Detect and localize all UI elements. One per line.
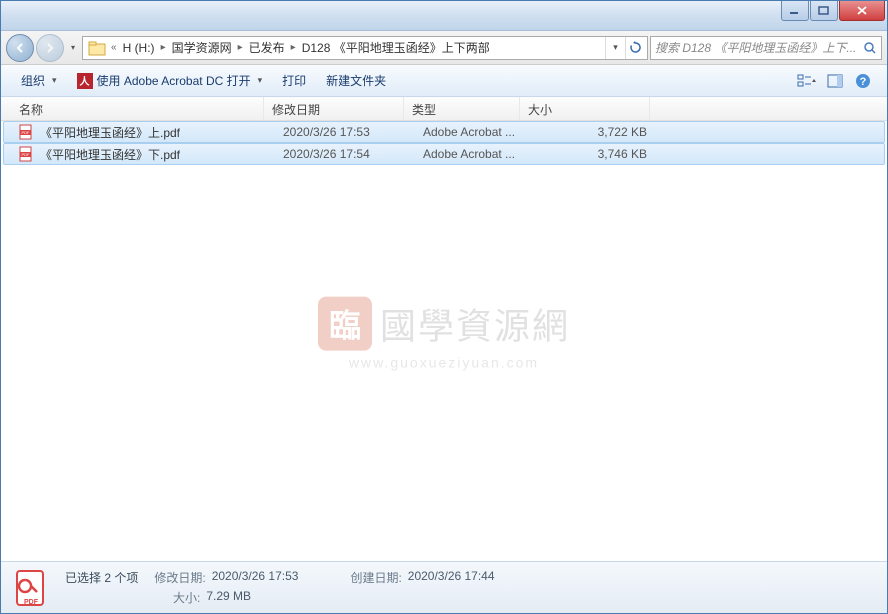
folder-icon (88, 39, 106, 57)
column-size[interactable]: 大小 (520, 97, 650, 120)
column-date[interactable]: 修改日期 (264, 97, 404, 120)
history-dropdown[interactable]: ▾ (66, 36, 80, 60)
acrobat-icon: 人 (77, 73, 93, 89)
status-size-value: 7.29 MB (206, 589, 251, 606)
new-folder-button[interactable]: 新建文件夹 (316, 68, 396, 93)
open-with-label: 使用 Adobe Acrobat DC 打开 (97, 72, 251, 89)
breadcrumb-item[interactable]: H (H:) (119, 41, 159, 55)
file-type: Adobe Acrobat ... (423, 125, 539, 139)
file-date: 2020/3/26 17:53 (283, 125, 423, 139)
address-bar[interactable]: « H (H:) ▸ 国学资源网 ▸ 已发布 ▸ D128 《平阳地理玉函经》上… (82, 36, 648, 60)
maximize-button[interactable] (810, 1, 838, 21)
help-button[interactable]: ? (851, 69, 875, 93)
file-date: 2020/3/26 17:54 (283, 147, 423, 161)
breadcrumb-item[interactable]: D128 《平阳地理玉函经》上下两部 (298, 39, 494, 56)
search-icon (863, 41, 877, 55)
file-row[interactable]: PDF 《平阳地理玉函经》下.pdf 2020/3/26 17:54 Adobe… (3, 143, 885, 165)
preview-pane-button[interactable] (823, 69, 847, 93)
svg-text:PDF: PDF (22, 152, 31, 157)
minimize-button[interactable] (781, 1, 809, 21)
column-type[interactable]: 类型 (404, 97, 520, 120)
close-button[interactable] (839, 1, 885, 21)
address-dropdown[interactable]: ▾ (605, 37, 625, 59)
back-button[interactable] (6, 34, 34, 62)
breadcrumb-root[interactable]: « (109, 42, 119, 53)
status-info: 已选择 2 个项 修改日期: 2020/3/26 17:53 创建日期: 202… (65, 569, 495, 606)
file-size: 3,722 KB (539, 125, 659, 139)
breadcrumb-separator[interactable]: ▸ (236, 42, 245, 53)
file-list: PDF 《平阳地理玉函经》上.pdf 2020/3/26 17:53 Adobe… (1, 121, 887, 561)
watermark-url: www.guoxueziyuan.com (318, 355, 570, 371)
status-bar: PDF 已选择 2 个项 修改日期: 2020/3/26 17:53 创建日期:… (1, 561, 887, 613)
breadcrumb-separator[interactable]: ▸ (289, 42, 298, 53)
pdf-large-icon: PDF (11, 568, 51, 608)
open-with-button[interactable]: 人 使用 Adobe Acrobat DC 打开 (67, 68, 273, 93)
status-mod-value: 2020/3/26 17:53 (212, 569, 299, 586)
watermark: 臨 國學資源網 www.guoxueziyuan.com (318, 297, 570, 371)
file-size: 3,746 KB (539, 147, 659, 161)
print-button[interactable]: 打印 (272, 68, 316, 93)
status-create-label: 创建日期: (350, 569, 401, 586)
toolbar: 组织 人 使用 Adobe Acrobat DC 打开 打印 新建文件夹 ? (1, 65, 887, 97)
svg-text:PDF: PDF (22, 130, 31, 135)
status-mod-label: 修改日期: (154, 569, 205, 586)
file-type: Adobe Acrobat ... (423, 147, 539, 161)
navigation-bar: ▾ « H (H:) ▸ 国学资源网 ▸ 已发布 ▸ D128 《平阳地理玉函经… (1, 31, 887, 65)
status-size-label: 大小: (173, 589, 200, 606)
column-name[interactable]: 名称 (1, 97, 264, 120)
column-headers: 名称 修改日期 类型 大小 (1, 97, 887, 121)
pdf-icon: PDF (18, 124, 34, 140)
watermark-seal: 臨 (318, 297, 372, 351)
search-placeholder: 搜索 D128 《平阳地理玉函经》上下... (655, 39, 856, 56)
search-input[interactable]: 搜索 D128 《平阳地理玉函经》上下... (650, 36, 882, 60)
breadcrumb-separator[interactable]: ▸ (159, 42, 168, 53)
window-controls (780, 1, 885, 21)
svg-text:?: ? (860, 76, 867, 88)
svg-text:PDF: PDF (24, 599, 39, 606)
organize-button[interactable]: 组织 (11, 68, 67, 93)
file-row[interactable]: PDF 《平阳地理玉函经》上.pdf 2020/3/26 17:53 Adobe… (3, 121, 885, 143)
file-name: 《平阳地理玉函经》下.pdf (40, 146, 283, 163)
file-name: 《平阳地理玉函经》上.pdf (40, 124, 283, 141)
status-title: 已选择 2 个项 (65, 569, 138, 586)
watermark-text: 國學資源網 (380, 298, 570, 350)
breadcrumb-item[interactable]: 已发布 (245, 39, 289, 56)
view-options-button[interactable] (795, 69, 819, 93)
title-bar (1, 1, 887, 31)
pdf-icon: PDF (18, 146, 34, 162)
breadcrumb-item[interactable]: 国学资源网 (168, 39, 236, 56)
status-create-value: 2020/3/26 17:44 (408, 569, 495, 586)
forward-button[interactable] (36, 34, 64, 62)
refresh-button[interactable] (625, 37, 645, 59)
explorer-window: ▾ « H (H:) ▸ 国学资源网 ▸ 已发布 ▸ D128 《平阳地理玉函经… (0, 0, 888, 614)
